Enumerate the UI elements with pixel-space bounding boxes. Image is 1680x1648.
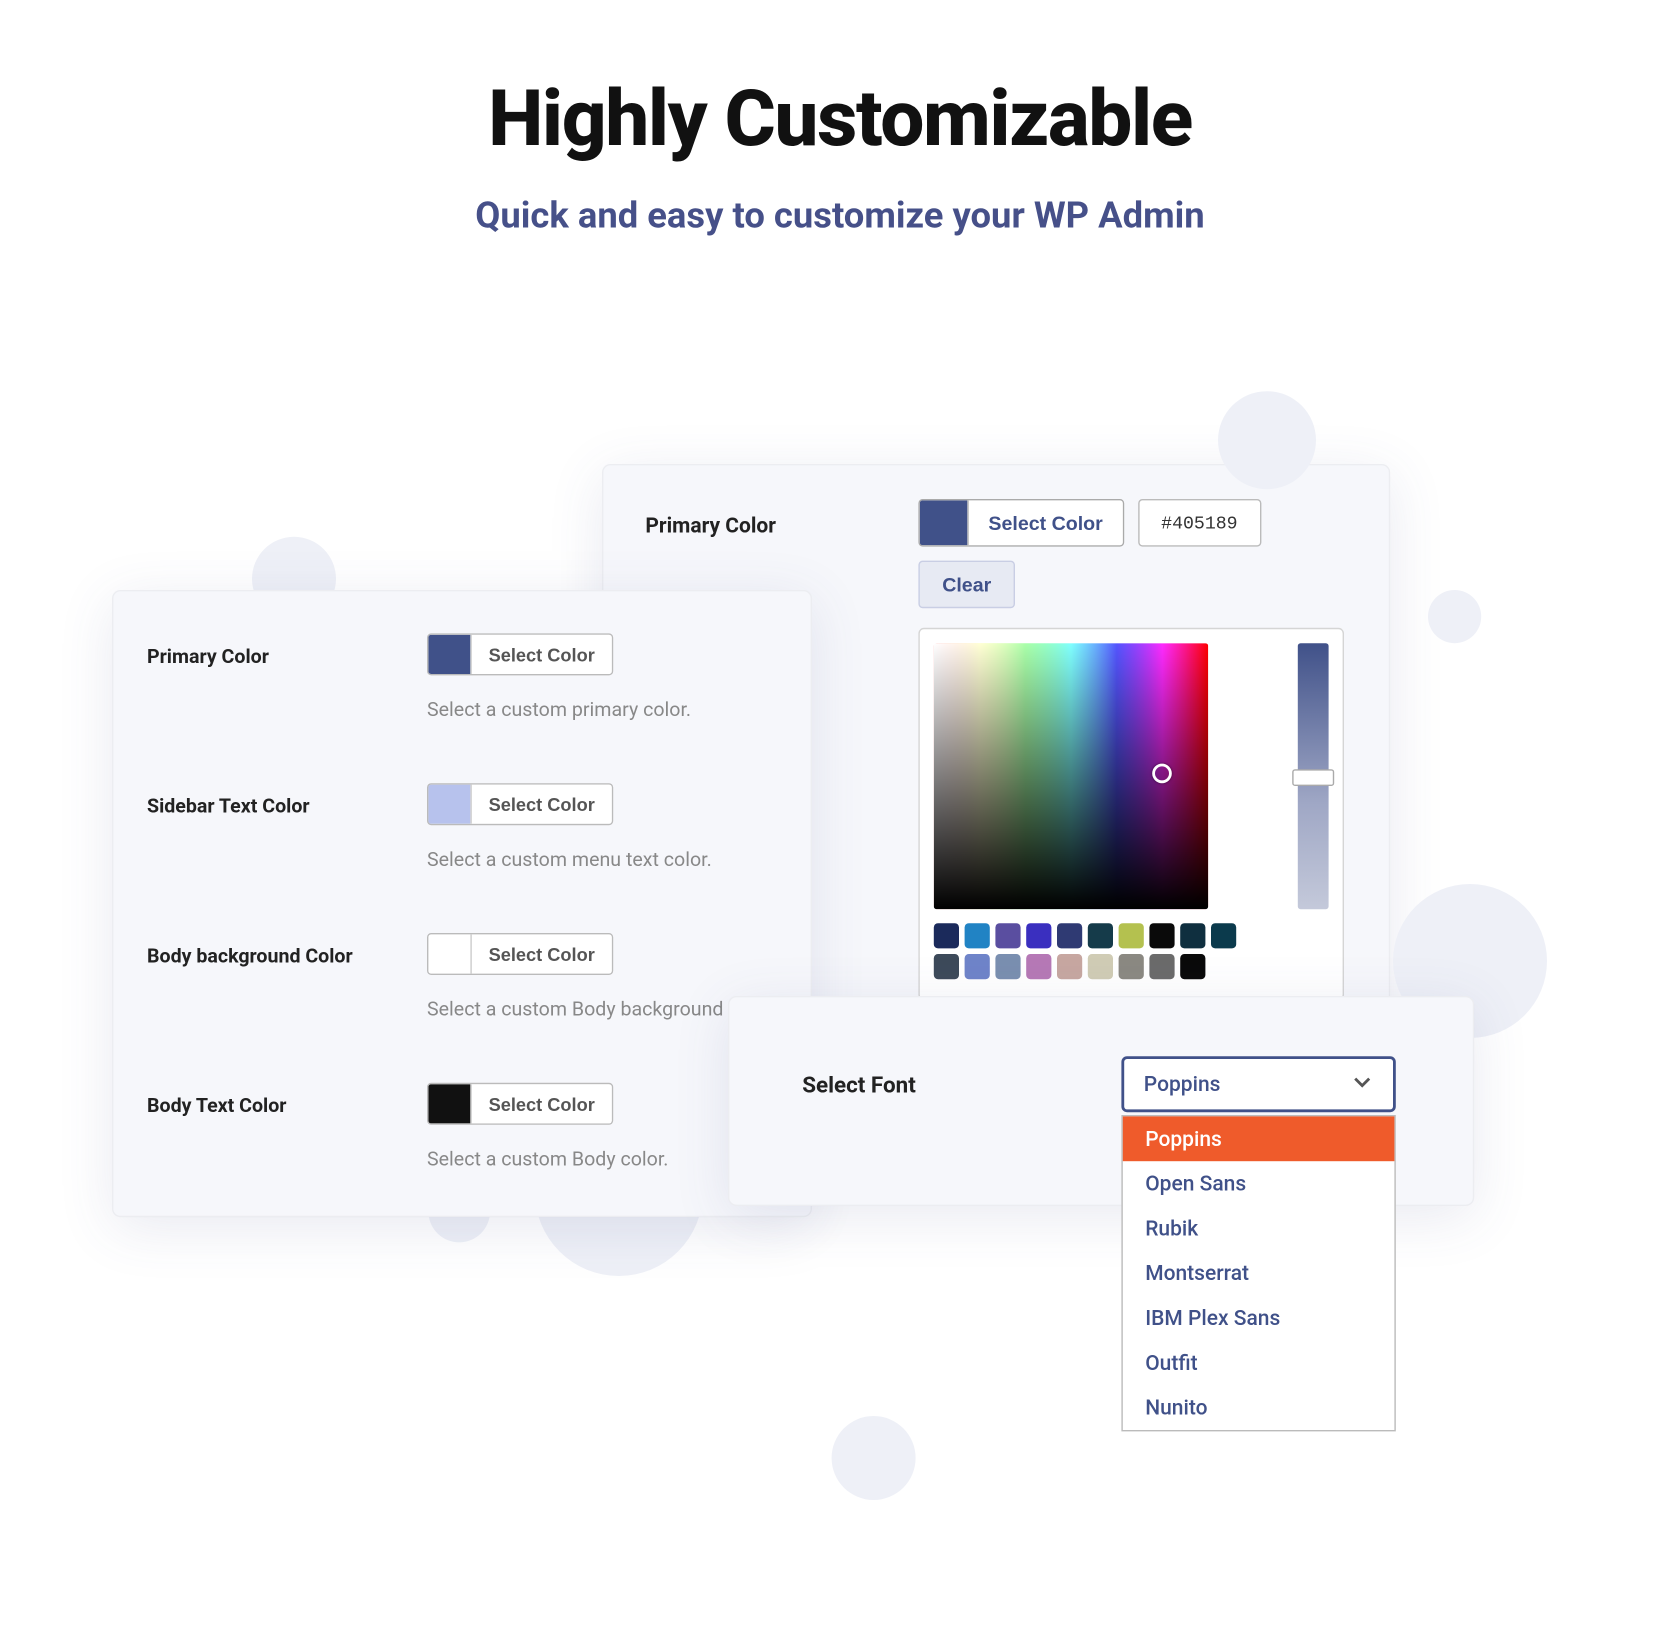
hue-bar[interactable] [1298, 643, 1329, 909]
option-hint: Select a custom Body color. [427, 1149, 777, 1171]
primary-color-label: Primary Color [645, 499, 918, 538]
font-selected-value: Poppins [1144, 1072, 1221, 1097]
font-option[interactable]: Open Sans [1123, 1161, 1395, 1206]
preset-swatch[interactable] [1119, 923, 1144, 948]
option-label: Sidebar Text Color [147, 796, 310, 818]
font-select[interactable]: Poppins PoppinsOpen SansRubikMontserratI… [1121, 1056, 1395, 1112]
color-swatch [428, 635, 470, 674]
decorative-circle [1428, 590, 1481, 643]
font-option[interactable]: IBM Plex Sans [1123, 1296, 1395, 1341]
color-swatch [428, 1084, 470, 1123]
option-hint: Select a custom Body background color. [427, 999, 777, 1021]
preset-swatch[interactable] [1211, 923, 1236, 948]
preset-swatch[interactable] [1026, 923, 1051, 948]
select-color-button[interactable]: Select Color [470, 635, 611, 674]
decorative-circle [1218, 391, 1316, 489]
color-swatch-button[interactable]: Select Color [427, 1083, 613, 1125]
color-option-row: Sidebar Text Color Select Color Select a c… [147, 766, 777, 888]
preset-swatch[interactable] [1149, 923, 1174, 948]
preset-swatch[interactable] [995, 923, 1020, 948]
font-option[interactable]: Nunito [1123, 1385, 1395, 1430]
preset-swatch[interactable] [1026, 954, 1051, 979]
preset-row [934, 923, 1329, 948]
preset-swatch[interactable] [1149, 954, 1174, 979]
preset-swatch[interactable] [1057, 954, 1082, 979]
font-option[interactable]: Rubik [1123, 1206, 1395, 1251]
color-picker [918, 628, 1344, 1000]
color-swatch-button[interactable]: Select Color [427, 933, 613, 975]
select-color-button[interactable]: Select Color [470, 934, 611, 973]
color-options-panel: Primary Color Select Color Select a custom… [112, 590, 812, 1217]
clear-button[interactable]: Clear [918, 561, 1015, 609]
preset-swatch[interactable] [1088, 954, 1113, 979]
page-subtitle: Quick and easy to customize your WP Admi… [0, 195, 1680, 237]
font-dropdown: PoppinsOpen SansRubikMontserratIBM Plex … [1121, 1115, 1395, 1431]
preset-swatch[interactable] [1119, 954, 1144, 979]
color-swatch-button[interactable]: Select Color [427, 783, 613, 825]
chevron-down-icon [1351, 1070, 1373, 1098]
preset-swatch[interactable] [1057, 923, 1082, 948]
primary-color-swatch [920, 500, 968, 545]
preset-swatch[interactable] [1180, 954, 1205, 979]
hue-handle-icon[interactable] [1292, 769, 1334, 786]
font-option[interactable]: Montserrat [1123, 1251, 1395, 1296]
color-option-row: Primary Color Select Color Select a custom… [147, 617, 777, 739]
preset-row [934, 954, 1329, 979]
select-font-label: Select Font [802, 1071, 1121, 1098]
page-title: Highly Customizable [0, 72, 1680, 164]
preset-swatch[interactable] [1180, 923, 1205, 948]
option-hint: Select a custom menu text color. [427, 849, 777, 871]
saturation-value-area[interactable] [934, 643, 1208, 909]
preset-swatch[interactable] [965, 954, 990, 979]
picker-handle-icon[interactable] [1152, 764, 1172, 784]
preset-swatch[interactable] [995, 954, 1020, 979]
font-panel: Select Font Poppins PoppinsOpen SansRubi… [728, 996, 1474, 1206]
preset-swatch[interactable] [934, 954, 959, 979]
option-label: Primary Color [147, 646, 269, 668]
primary-color-swatch-button[interactable]: Select Color [918, 499, 1123, 547]
select-color-button[interactable]: Select Color [470, 785, 611, 824]
select-color-button[interactable]: Select Color [967, 500, 1122, 545]
color-option-row: Body Text Color Select Color Select a cust… [147, 1066, 777, 1188]
preset-swatch[interactable] [934, 923, 959, 948]
decorative-circle [832, 1416, 916, 1500]
color-swatch [428, 934, 470, 973]
color-option-row: Body background Color Select Color Select … [147, 916, 777, 1038]
option-label: Body Text Color [147, 1095, 286, 1117]
font-option[interactable]: Poppins [1123, 1116, 1395, 1161]
option-label: Body background Color [147, 946, 353, 968]
preset-swatch[interactable] [1088, 923, 1113, 948]
font-option[interactable]: Outfit [1123, 1340, 1395, 1385]
select-color-button[interactable]: Select Color [470, 1084, 611, 1123]
hex-input[interactable] [1138, 499, 1261, 547]
color-swatch [428, 785, 470, 824]
preset-swatch[interactable] [965, 923, 990, 948]
option-hint: Select a custom primary color. [427, 699, 777, 721]
color-swatch-button[interactable]: Select Color [427, 633, 613, 675]
